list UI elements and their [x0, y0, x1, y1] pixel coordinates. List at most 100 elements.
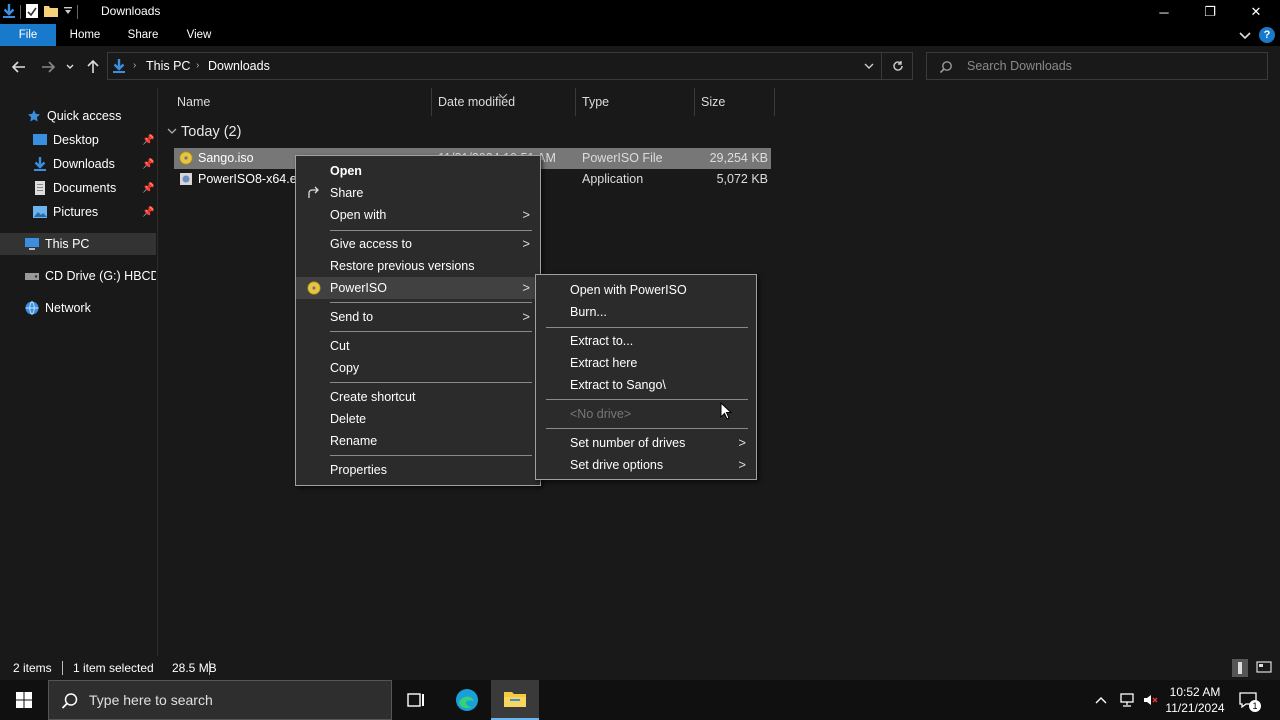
menu-item-poweriso[interactable]: PowerISO > [296, 277, 540, 299]
windows-logo-icon [16, 692, 32, 708]
notifications-button[interactable]: 1 [1238, 680, 1261, 720]
menu-item-open[interactable]: Open [296, 160, 540, 182]
menu-item-create-shortcut[interactable]: Create shortcut [296, 386, 540, 408]
download-arrow-icon [32, 156, 48, 172]
menu-item-cut[interactable]: Cut [296, 335, 540, 357]
back-button[interactable] [8, 56, 30, 78]
notification-count-badge: 1 [1249, 700, 1261, 712]
submenu-item-open-with-poweriso[interactable]: Open with PowerISO [536, 279, 756, 301]
nav-downloads[interactable]: Downloads 📌 [0, 153, 156, 175]
pin-icon[interactable]: 📌 [142, 135, 154, 146]
column-header-name[interactable]: Name [171, 88, 432, 116]
pin-icon[interactable]: 📌 [142, 159, 154, 170]
toolbar-divider [20, 5, 21, 19]
properties-icon[interactable] [25, 3, 39, 22]
edge-browser-button[interactable] [443, 680, 491, 720]
minimize-button[interactable]: ─ [1141, 0, 1187, 24]
up-button[interactable] [82, 56, 104, 78]
tab-home[interactable]: Home [62, 24, 108, 46]
show-hidden-icons-button[interactable] [1094, 680, 1108, 720]
nav-documents[interactable]: Documents 📌 [0, 177, 156, 199]
submenu-arrow-icon: > [522, 309, 530, 324]
file-type: Application [582, 172, 644, 186]
menu-item-label: Send to [330, 310, 374, 324]
nav-network[interactable]: Network [0, 297, 156, 319]
nav-this-pc-label: This PC [45, 237, 90, 251]
address-history-dropdown-icon[interactable] [863, 60, 875, 75]
task-view-button[interactable] [392, 680, 440, 720]
breadcrumb-this-pc[interactable]: This PC [146, 59, 190, 73]
customize-dropdown-icon[interactable] [63, 5, 73, 19]
volume-muted-icon[interactable] [1142, 680, 1160, 720]
breadcrumb-downloads[interactable]: Downloads [208, 59, 270, 73]
menu-separator [546, 399, 748, 400]
help-icon[interactable]: ? [1259, 27, 1275, 43]
forward-button[interactable] [37, 56, 59, 78]
submenu-item-burn[interactable]: Burn... [536, 301, 756, 323]
nav-documents-label: Documents [53, 181, 117, 195]
menu-item-send-to[interactable]: Send to > [296, 306, 540, 328]
start-button[interactable] [0, 680, 48, 720]
pin-icon[interactable]: 📌 [142, 183, 154, 194]
file-size: 5,072 KB [716, 172, 768, 186]
menu-item-label: Set drive options [570, 458, 664, 472]
submenu-item-set-number-of-drives[interactable]: Set number of drives > [536, 432, 756, 454]
search-box[interactable]: Search Downloads [926, 52, 1268, 80]
mouse-cursor-icon [720, 401, 733, 423]
submenu-arrow-icon: > [522, 207, 530, 222]
submenu-item-extract-to[interactable]: Extract to... [536, 330, 756, 352]
menu-item-label: Copy [330, 361, 360, 375]
menu-item-label: Extract to... [570, 334, 634, 348]
menu-item-label: <No drive> [570, 407, 632, 421]
ribbon-expand-icon[interactable] [1238, 28, 1252, 45]
close-button[interactable]: ✕ [1233, 0, 1279, 24]
star-icon [26, 108, 42, 124]
nav-quick-access[interactable]: Quick access [0, 105, 156, 127]
breadcrumb-separator-icon: › [196, 60, 200, 71]
menu-item-label: Give access to [330, 237, 412, 251]
refresh-icon[interactable] [892, 60, 904, 75]
column-header-size[interactable]: Size [695, 88, 775, 116]
clock-time: 10:52 AM [1169, 685, 1221, 699]
address-bar[interactable]: › This PC › Downloads [107, 52, 913, 80]
menu-item-properties[interactable]: Properties [296, 459, 540, 481]
taskbar-search-box[interactable]: Type here to search [48, 680, 392, 720]
group-header-today[interactable]: Today (2) [181, 124, 241, 140]
menu-item-delete[interactable]: Delete [296, 408, 540, 430]
submenu-item-set-drive-options[interactable]: Set drive options > [536, 454, 756, 476]
network-tray-icon[interactable] [1118, 680, 1136, 720]
menu-item-copy[interactable]: Copy [296, 357, 540, 379]
menu-item-label: Properties [330, 463, 387, 477]
nav-desktop[interactable]: Desktop 📌 [0, 129, 156, 151]
details-view-button[interactable] [1232, 659, 1248, 677]
large-icons-view-button[interactable] [1256, 660, 1272, 677]
menu-item-share[interactable]: Share [296, 182, 540, 204]
recent-locations-button[interactable] [62, 56, 78, 78]
nav-quick-access-label: Quick access [47, 109, 122, 123]
submenu-item-extract-to-sango[interactable]: Extract to Sango\ [536, 374, 756, 396]
nav-this-pc[interactable]: This PC [0, 233, 156, 255]
menu-item-open-with[interactable]: Open with > [296, 204, 540, 226]
menu-item-give-access[interactable]: Give access to > [296, 233, 540, 255]
submenu-item-extract-here[interactable]: Extract here [536, 352, 756, 374]
file-explorer-taskbar-button[interactable] [491, 680, 539, 720]
menu-item-label: Open [330, 164, 362, 178]
tab-view[interactable]: View [178, 24, 220, 46]
restore-button[interactable]: ❐ [1187, 0, 1233, 24]
navigation-bar: › This PC › Downloads Search Downloads [0, 46, 1280, 88]
tab-share[interactable]: Share [120, 24, 166, 46]
system-clock[interactable]: 10:52 AM 11/21/2024 [1162, 684, 1228, 716]
menu-item-restore-versions[interactable]: Restore previous versions [296, 255, 540, 277]
menu-item-rename[interactable]: Rename [296, 430, 540, 452]
column-header-type[interactable]: Type [576, 88, 695, 116]
group-collapse-icon[interactable] [167, 126, 177, 138]
navigation-pane: Quick access Desktop 📌 Downloads 📌 Docum… [0, 88, 158, 656]
tab-file[interactable]: File [0, 24, 56, 46]
new-folder-icon[interactable] [43, 4, 59, 21]
file-size: 29,254 KB [709, 151, 768, 165]
nav-cd-drive[interactable]: CD Drive (G:) HBCD_PE_x64 [0, 265, 156, 287]
nav-pictures[interactable]: Pictures 📌 [0, 201, 156, 223]
share-icon [306, 185, 322, 201]
file-type: PowerISO File [582, 151, 663, 165]
pin-icon[interactable]: 📌 [142, 207, 154, 218]
